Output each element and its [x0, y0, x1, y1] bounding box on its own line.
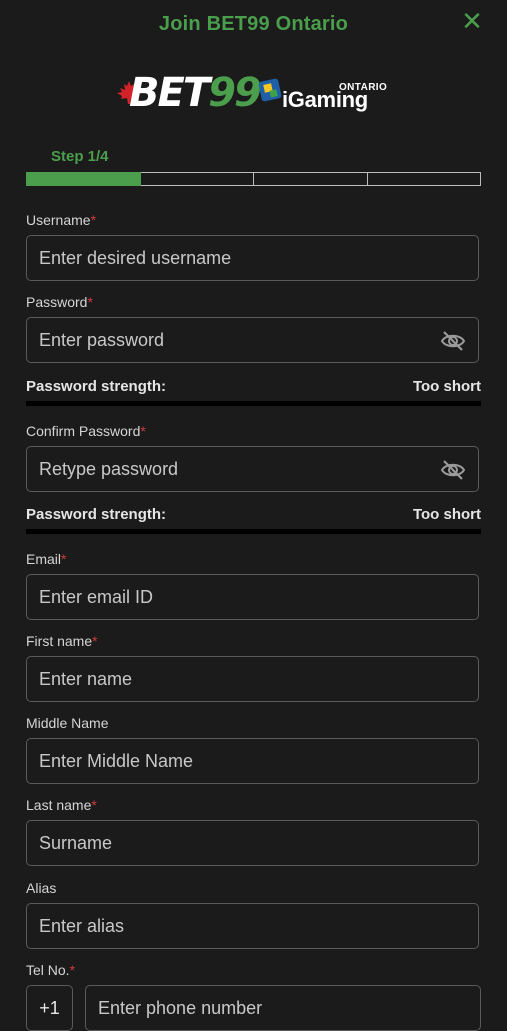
first-name-input[interactable] [27, 657, 478, 701]
bet-text: BET [129, 70, 210, 116]
username-input[interactable] [27, 236, 478, 280]
step-segment-2 [140, 172, 254, 186]
confirm-strength-label: Password strength: [26, 506, 167, 523]
step-segment-3 [254, 172, 368, 186]
username-label: Username* [26, 212, 96, 228]
last-name-label: Last name* [26, 797, 97, 813]
header-title: Join BET99 Ontario [158, 13, 349, 35]
required-mark: * [140, 423, 146, 439]
confirm-password-label: Confirm Password* [26, 423, 146, 439]
phone-field[interactable] [85, 985, 481, 1031]
username-field[interactable] [26, 235, 479, 281]
brand-logos: BET99 ONTARIO iGaming [116, 70, 399, 118]
password-strength-value: Too short [412, 378, 481, 395]
confirm-password-input[interactable] [27, 447, 478, 491]
bet-number: 99 [208, 70, 262, 116]
password-strength-bar [26, 401, 481, 406]
last-name-field[interactable] [26, 820, 479, 866]
step-segment-4 [367, 172, 481, 186]
step-progress [26, 172, 481, 186]
password-label-text: Password [26, 294, 88, 310]
phone-input[interactable] [86, 986, 480, 1030]
igaming-ontario-logo: ONTARIO iGaming [259, 74, 399, 118]
alias-input[interactable] [27, 904, 478, 948]
last-name-label-text: Last name [26, 797, 92, 813]
required-mark: * [61, 551, 67, 567]
first-name-field[interactable] [26, 656, 479, 702]
middle-name-input[interactable] [27, 739, 478, 783]
confirm-strength-value: Too short [412, 506, 481, 523]
alias-field[interactable] [26, 903, 479, 949]
igaming-mark-icon [259, 78, 282, 102]
required-mark: * [91, 797, 97, 813]
confirm-password-field[interactable] [26, 446, 479, 492]
middle-name-field[interactable] [26, 738, 479, 784]
close-icon[interactable]: ✕ [459, 8, 485, 34]
last-name-input[interactable] [27, 821, 478, 865]
password-input[interactable] [27, 318, 478, 362]
alias-label-text: Alias [26, 880, 57, 896]
email-label-text: Email [26, 551, 62, 567]
confirm-strength-bar [26, 529, 481, 534]
required-mark: * [92, 633, 98, 649]
tel-label-text: Tel No. [26, 962, 70, 978]
step-segment-1 [26, 172, 141, 186]
required-mark: * [69, 962, 76, 978]
first-name-label-text: First name [26, 633, 93, 649]
first-name-label: First name* [26, 633, 98, 649]
alias-label: Alias [26, 880, 56, 896]
required-mark: * [87, 294, 93, 310]
username-label-text: Username [26, 212, 91, 228]
password-strength-label: Password strength: [26, 378, 167, 395]
password-label: Password* [26, 294, 93, 310]
step-label: Step 1/4 [51, 148, 109, 165]
required-mark: * [90, 212, 97, 228]
igaming-text: iGaming [282, 87, 368, 112]
confirm-strength-row: Password strength: Too short [26, 506, 481, 526]
middle-name-label-text: Middle Name [26, 715, 109, 731]
email-label: Email* [26, 551, 66, 567]
eye-off-icon[interactable] [440, 330, 466, 352]
eye-off-icon[interactable] [440, 459, 466, 481]
tel-label: Tel No.* [26, 962, 75, 978]
bet99-wordmark: BET99 [129, 70, 262, 116]
email-input[interactable] [27, 575, 478, 619]
password-field[interactable] [26, 317, 479, 363]
confirm-password-label-text: Confirm Password [26, 423, 141, 439]
password-strength-row: Password strength: Too short [26, 378, 481, 398]
email-field[interactable] [26, 574, 479, 620]
country-code-prefix[interactable]: +1 [26, 985, 73, 1031]
middle-name-label: Middle Name [26, 715, 108, 731]
